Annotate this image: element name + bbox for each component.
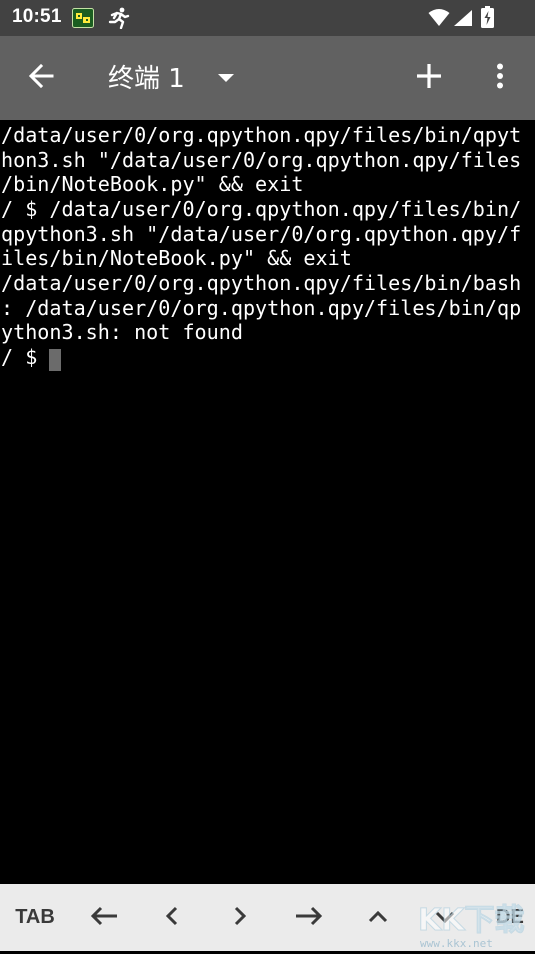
status-bar: 10:51 [0,0,535,36]
terminal-line: : /data/user/0/org.qpython.qpy/files/bin… [1,296,522,320]
left-arrow-key[interactable] [70,884,138,951]
terminal-cursor [49,349,61,371]
terminal-line: /data/user/0/org.qpython.qpy/files/bin/b… [1,271,522,295]
cell-signal-icon [453,9,473,31]
chevron-right-icon [234,906,247,930]
back-button[interactable] [16,54,66,102]
terminal-line: ython3.sh: not found [1,320,243,344]
dropdown-arrow-icon [218,68,234,87]
terminal-line: iles/bin/NoteBook.py" && exit [1,246,352,270]
overflow-menu-button[interactable] [480,54,520,102]
add-session-button[interactable] [405,54,453,102]
watermark-brand: KK下载 [418,903,525,938]
app-bar: 终端 1 [0,36,535,120]
qpython-notification-icon [72,8,94,32]
terminal-prompt: / $ [1,345,50,369]
terminal-line: /data/user/0/org.qpython.qpy/files/bin/q… [1,123,522,147]
running-person-icon [106,7,130,33]
right-arrow-icon [295,906,323,930]
arrow-back-icon [28,63,54,93]
terminal-line: qpython3.sh "/data/user/0/org.qpython.qp… [1,222,522,246]
chevron-up-icon [368,908,388,927]
right-arrow-key[interactable] [274,884,344,951]
kkx-watermark: KK下载 www.kkx.net [414,898,534,951]
session-title[interactable]: 终端 1 [108,58,185,95]
terminal-line: /bin/NoteBook.py" && exit [1,172,304,196]
terminal-line: / $ /data/user/0/org.qpython.qpy/files/b… [1,197,522,221]
watermark-url: www.kkx.net [420,937,493,950]
terminal-view[interactable]: /data/user/0/org.qpython.qpy/files/bin/q… [0,120,535,884]
battery-charging-icon [481,6,494,32]
up-key[interactable] [344,884,412,951]
more-vert-icon [496,63,504,93]
session-dropdown-button[interactable] [209,62,243,92]
chevron-left-icon [165,906,178,930]
left-arrow-icon [90,906,118,930]
wifi-icon [428,9,450,31]
tab-key[interactable]: TAB [0,884,70,951]
home-key[interactable] [138,884,206,951]
terminal-line: hon3.sh "/data/user/0/org.qpython.qpy/fi… [1,148,522,172]
status-time: 10:51 [12,6,62,27]
tab-key-label: TAB [15,906,55,928]
plus-icon [416,63,442,93]
end-key[interactable] [206,884,274,951]
